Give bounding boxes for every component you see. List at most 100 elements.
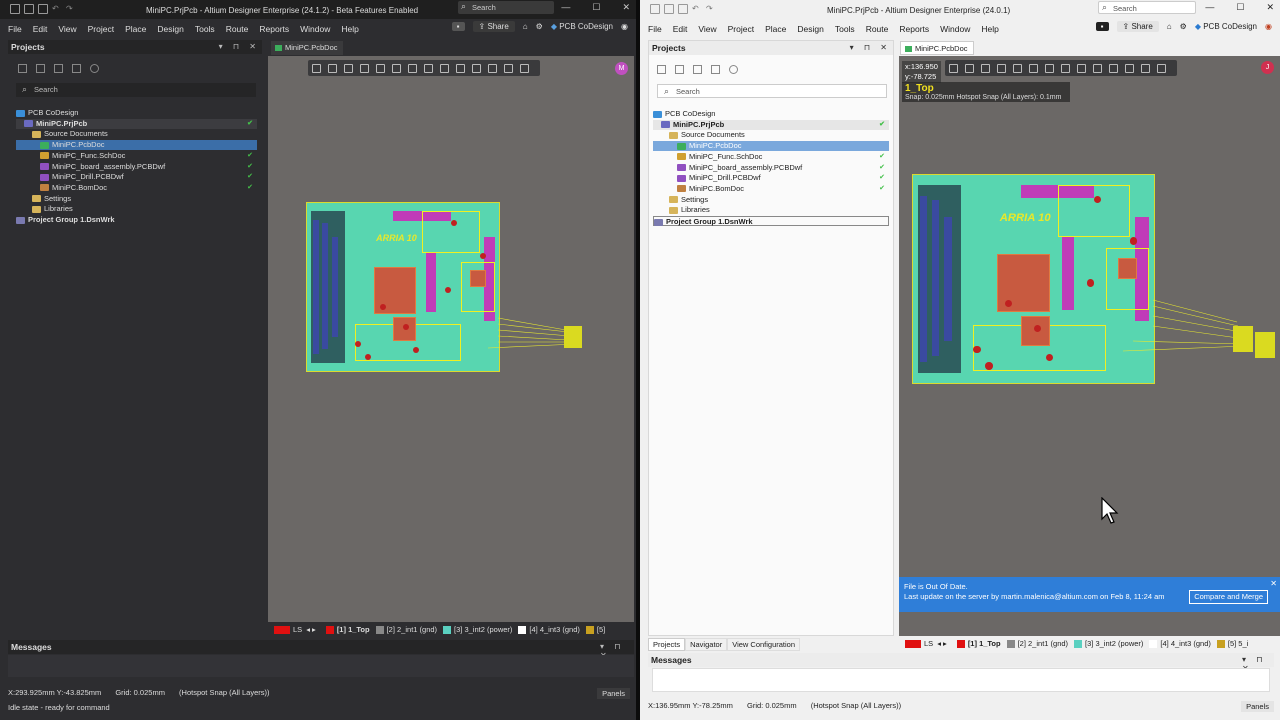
- undo-icon[interactable]: ↶: [52, 4, 62, 14]
- minimize-icon[interactable]: —: [561, 2, 570, 13]
- tree-item[interactable]: Settings: [16, 194, 257, 204]
- pad-icon[interactable]: [456, 63, 465, 73]
- region-icon[interactable]: [472, 63, 481, 73]
- comment-icon[interactable]: ▪: [451, 22, 465, 31]
- tree-item[interactable]: Source Documents: [16, 129, 257, 139]
- crosshair-icon[interactable]: [344, 63, 353, 73]
- menu-view[interactable]: View: [58, 24, 76, 34]
- region-icon[interactable]: [1109, 63, 1118, 73]
- panel-controls[interactable]: ▾ ⊓ ✕: [219, 42, 260, 51]
- tree-item[interactable]: MiniPC.BomDoc ✔: [653, 184, 889, 194]
- tree-item[interactable]: Libraries: [16, 204, 257, 214]
- menu-project[interactable]: Project: [728, 24, 754, 34]
- tree-item[interactable]: MiniPC_board_assembly.PCBDwf ✔: [16, 162, 257, 172]
- save-all-icon[interactable]: [24, 4, 34, 14]
- notice-close-icon[interactable]: ✕: [1270, 579, 1277, 589]
- projects-search-input[interactable]: Search: [657, 84, 887, 98]
- tree-item[interactable]: Libraries: [653, 205, 889, 215]
- layer-tab[interactable]: [1] 1_Top: [951, 639, 1001, 648]
- share-button[interactable]: ⇪ Share: [472, 21, 515, 32]
- crosshair-icon[interactable]: [981, 63, 990, 73]
- home-icon[interactable]: ⌂: [1167, 22, 1172, 31]
- open-folder-icon[interactable]: [693, 65, 702, 74]
- line-icon[interactable]: [520, 63, 529, 73]
- menu-file[interactable]: File: [8, 24, 22, 34]
- open-folder-icon[interactable]: [54, 64, 63, 73]
- refresh-icon[interactable]: [675, 65, 684, 74]
- menu-project[interactable]: Project: [88, 24, 114, 34]
- tree-item[interactable]: MiniPC.PrjPcb ✔: [653, 119, 889, 130]
- save-all-icon[interactable]: [664, 4, 674, 14]
- fill-icon[interactable]: [1093, 63, 1102, 73]
- filter-icon[interactable]: [312, 63, 321, 73]
- account-icon[interactable]: ◉: [1265, 22, 1272, 31]
- panel-controls[interactable]: ▾ ⊓ ✕: [850, 43, 891, 52]
- layer-tab[interactable]: [2] 2_int1 (gnd): [1001, 639, 1068, 648]
- tab-navigator[interactable]: Navigator: [685, 638, 728, 651]
- text-icon[interactable]: [1141, 63, 1150, 73]
- layer-tab[interactable]: [5]: [580, 625, 605, 634]
- tree-item[interactable]: MiniPC_Drill.PCBDwf ✔: [16, 172, 257, 182]
- menu-route[interactable]: Route: [226, 24, 249, 34]
- via-icon[interactable]: [440, 63, 449, 73]
- menu-help[interactable]: Help: [341, 24, 358, 34]
- tree-item[interactable]: Settings: [653, 195, 889, 205]
- line-icon[interactable]: [1157, 63, 1166, 73]
- refresh-icon[interactable]: [36, 64, 45, 73]
- diff-pair-icon[interactable]: [424, 63, 433, 73]
- folder-add-icon[interactable]: [711, 65, 720, 74]
- menu-edit[interactable]: Edit: [673, 24, 688, 34]
- track-icon[interactable]: [1045, 63, 1054, 73]
- tab-projects[interactable]: Projects: [648, 638, 686, 651]
- tree-item[interactable]: PCB CoDesign: [653, 109, 889, 119]
- home-icon[interactable]: ⌂: [523, 22, 528, 31]
- menu-design[interactable]: Design: [157, 24, 183, 34]
- share-button[interactable]: ⇪ Share: [1116, 21, 1159, 32]
- menu-window[interactable]: Window: [940, 24, 970, 34]
- pcb-board[interactable]: ARRIA 10: [306, 202, 500, 372]
- pcb-board[interactable]: ARRIA 10: [912, 174, 1155, 384]
- redo-icon[interactable]: ↷: [706, 4, 716, 14]
- fill-icon[interactable]: [392, 63, 401, 73]
- menu-edit[interactable]: Edit: [33, 24, 48, 34]
- close-icon[interactable]: ✕: [1266, 2, 1274, 13]
- compare-and-merge-button[interactable]: Compare and Merge: [1189, 590, 1268, 604]
- avatar[interactable]: M: [615, 62, 628, 75]
- minimize-icon[interactable]: —: [1205, 2, 1214, 13]
- text-icon[interactable]: [504, 63, 513, 73]
- tree-item[interactable]: MiniPC.PrjPcb ✔: [16, 118, 257, 129]
- menu-place[interactable]: Place: [765, 24, 786, 34]
- save-icon[interactable]: [10, 4, 20, 14]
- avatar[interactable]: J: [1261, 61, 1274, 74]
- settings-icon[interactable]: [90, 64, 99, 73]
- layer-tab[interactable]: [4] 4_int3 (gnd): [512, 625, 580, 634]
- pcb-canvas[interactable]: M ARRIA 10: [268, 56, 634, 622]
- menu-tools[interactable]: Tools: [195, 24, 215, 34]
- save-project-icon[interactable]: [18, 64, 27, 73]
- layer-tab[interactable]: [3] 3_int2 (power): [1068, 639, 1143, 648]
- menu-route[interactable]: Route: [866, 24, 889, 34]
- open-icon[interactable]: [38, 4, 48, 14]
- select-rect-icon[interactable]: [997, 63, 1006, 73]
- layer-tab[interactable]: [5] 5_i: [1211, 639, 1248, 648]
- dimension-icon[interactable]: [488, 63, 497, 73]
- account-icon[interactable]: ◉: [621, 22, 628, 31]
- tab-minipc-pcbdoc[interactable]: MiniPC.PcbDoc: [900, 41, 974, 55]
- layer-tab[interactable]: [4] 4_int3 (gnd): [1143, 639, 1211, 648]
- redo-icon[interactable]: ↷: [66, 4, 76, 14]
- menu-design[interactable]: Design: [797, 24, 823, 34]
- layer-nav-arrows-icon[interactable]: ◂ ▸: [937, 639, 947, 648]
- layer-tab[interactable]: LS: [899, 639, 933, 648]
- layer-tab[interactable]: [3] 3_int2 (power): [437, 625, 512, 634]
- route-icon[interactable]: [965, 63, 974, 73]
- menu-reports[interactable]: Reports: [259, 24, 289, 34]
- layer-tab[interactable]: [1] 1_Top: [320, 625, 370, 634]
- tree-item[interactable]: Project Group 1.DsnWrk: [16, 215, 257, 225]
- tree-item[interactable]: MiniPC.PcbDoc: [653, 141, 889, 152]
- menu-help[interactable]: Help: [981, 24, 998, 34]
- codesign-button[interactable]: ◆ PCB CoDesign: [1195, 22, 1257, 31]
- gear-icon[interactable]: ⚙: [1180, 22, 1187, 31]
- layer-nav-arrows-icon[interactable]: ◂ ▸: [306, 625, 316, 634]
- tab-minipc-pcbdoc[interactable]: MiniPC.PcbDoc: [271, 41, 343, 55]
- menu-view[interactable]: View: [698, 24, 716, 34]
